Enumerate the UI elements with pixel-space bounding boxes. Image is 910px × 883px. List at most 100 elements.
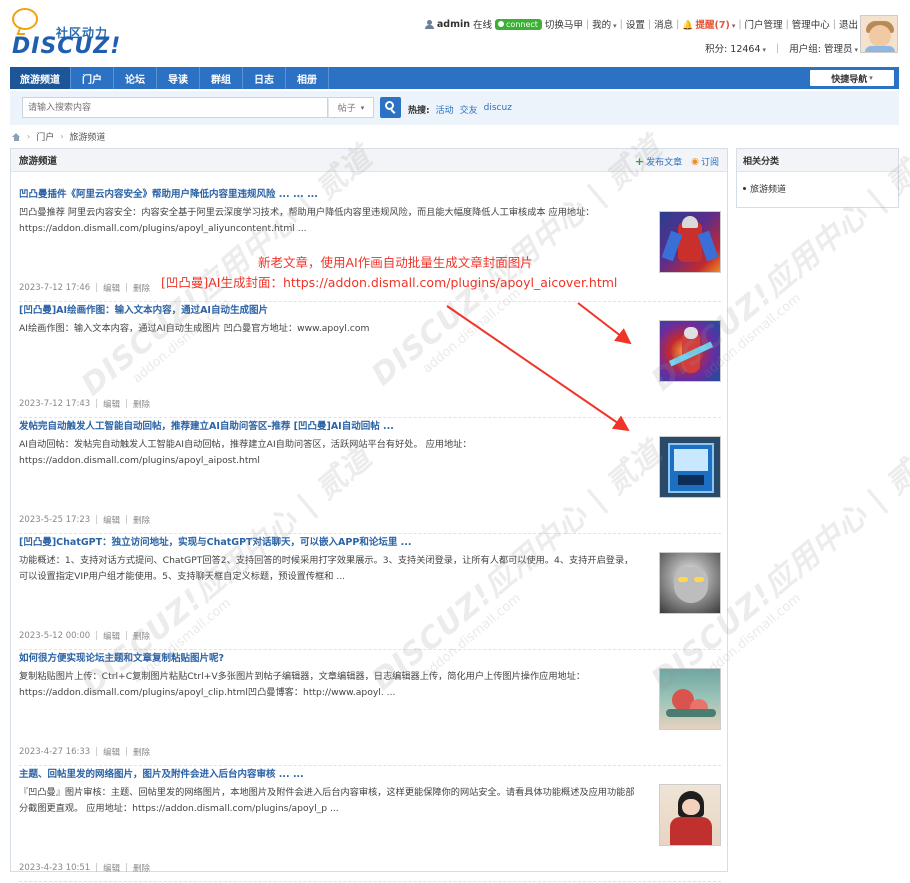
- article-item: 发帖完自动触发人工智能自动回帖，推荐建立AI自助问答区-推荐 [凹凸曼]AI自动…: [19, 418, 721, 534]
- nav-item-blog[interactable]: 日志: [243, 67, 286, 89]
- credits-menu[interactable]: 积分: 12464 ▾: [705, 41, 766, 55]
- article-title[interactable]: 凹凸曼插件《阿里云内容安全》帮助用户降低内容里违规风险 ... ... ...: [19, 186, 318, 200]
- search-input[interactable]: [22, 97, 328, 118]
- annotation-line-1: 新老文章，使用AI作画自动批量生成文章封面图片: [258, 255, 533, 270]
- related-categories: 相关分类 旅游频道: [736, 148, 899, 208]
- delete-link[interactable]: 删除: [133, 746, 150, 758]
- article-item: [凹凸曼]ChatGPT：独立访问地址，实现与ChatGPT对话聊天，可以嵌入A…: [19, 534, 721, 650]
- article-date: 2023-7-12 17:46: [19, 283, 91, 293]
- site-logo[interactable]: 社区动力 DISCUZ!: [12, 8, 120, 59]
- article-summary: AI绘画作图：输入文本内容，通过AI自动生成图片 凹凸曼官方地址：www.apo…: [19, 323, 370, 334]
- quick-nav-button[interactable]: 快捷导航 ▾: [810, 70, 894, 86]
- bell-icon: 🔔: [682, 21, 694, 31]
- usergroup-menu[interactable]: 用户组: 管理员 ▾: [789, 41, 858, 55]
- article-meta: 2023-5-12 00:00 | 编辑 | 删除: [19, 630, 150, 642]
- article-date: 2023-5-25 17:23: [19, 515, 91, 525]
- username-link[interactable]: admin: [437, 19, 470, 30]
- article-thumbnail[interactable]: [659, 436, 721, 498]
- chevron-down-icon: ▾: [762, 46, 767, 54]
- connect-icon: [498, 21, 505, 27]
- annotation-line-2: [凹凸曼]AI生成封面：https://addon.dismall.com/pl…: [161, 275, 618, 290]
- user-nav: admin 在线 connect 切换马甲 | 我的 ▾ | 设置 | 消息 | …: [424, 17, 858, 31]
- sidebar-item-travel[interactable]: 旅游频道: [737, 172, 898, 205]
- edit-link[interactable]: 编辑: [103, 746, 120, 758]
- delete-link[interactable]: 删除: [133, 514, 150, 526]
- hot-search-label: 热搜:: [408, 106, 430, 116]
- my-menu[interactable]: 我的 ▾: [592, 17, 617, 31]
- delete-link[interactable]: 删除: [133, 282, 150, 294]
- chevron-down-icon: ▾: [613, 22, 617, 30]
- article-title[interactable]: 如何很方便实现论坛主题和文章复制粘贴图片呢?: [19, 650, 224, 664]
- hot-word-link[interactable]: 活动: [436, 103, 454, 116]
- article-title[interactable]: [凹凸曼]ChatGPT：独立访问地址，实现与ChatGPT对话聊天，可以嵌入A…: [19, 534, 411, 548]
- article-title[interactable]: 主题、回帖里发的网络图片，图片及附件会进入后台内容审核 ... ...: [19, 766, 304, 780]
- portal-manage-link[interactable]: 门户管理: [745, 17, 783, 31]
- article-title[interactable]: 发帖完自动触发人工智能自动回帖，推荐建立AI自助问答区-推荐 [凹凸曼]AI自动…: [19, 418, 394, 432]
- nav-item-groups[interactable]: 群组: [200, 67, 243, 89]
- chevron-down-icon: ▾: [360, 103, 365, 112]
- article-title[interactable]: [凹凸曼]AI绘画作图：输入文本内容，通过AI自动生成图片: [19, 302, 268, 316]
- article-summary: 凹凸曼推荐 阿里云内容安全：内容安全基于阿里云深度学习技术，帮助用户降低内容里违…: [19, 207, 595, 234]
- nav-item-portal[interactable]: 门户: [71, 67, 114, 89]
- delete-link[interactable]: 删除: [133, 398, 150, 410]
- panel-title: 旅游频道: [19, 156, 58, 167]
- nav-item-guide[interactable]: 导读: [157, 67, 200, 89]
- plus-icon: +: [634, 155, 645, 168]
- hot-word-link[interactable]: 交友: [460, 103, 478, 116]
- article-summary: 复制粘贴图片上传：Ctrl+C复制图片粘贴Ctrl+V多张图片到帖子编辑器，文章…: [19, 671, 586, 698]
- article-summary: AI自动回帖：发帖完自动触发人工智能AI自动回帖，推荐建立AI自助问答区，活跃网…: [19, 439, 472, 466]
- search-button[interactable]: [380, 97, 401, 118]
- post-article-button[interactable]: + 发布文章: [635, 155, 682, 168]
- search-type-select[interactable]: 帖子 ▾: [328, 97, 374, 118]
- user-stats: 积分: 12464 ▾ | 用户组: 管理员 ▾: [705, 41, 858, 56]
- article-summary: 功能概述：1、支持对话方式提问、ChatGPT回答2、支持回答的时候采用打字效果…: [19, 555, 634, 582]
- user-icon: [424, 19, 434, 29]
- search-bar: 帖子▾ 热搜: 活动 交友 discuz: [10, 91, 899, 125]
- sidebar-title: 相关分类: [737, 149, 898, 172]
- chevron-down-icon: ▾: [731, 22, 736, 30]
- edit-link[interactable]: 编辑: [103, 630, 120, 642]
- article-date: 2023-7-12 17:43: [19, 399, 91, 409]
- breadcrumb-separator: ›: [27, 132, 31, 141]
- logout-link[interactable]: 退出: [839, 17, 858, 31]
- breadcrumb-portal[interactable]: 门户: [36, 130, 54, 143]
- settings-link[interactable]: 设置: [626, 17, 645, 31]
- article-meta: 2023-7-12 17:46 | 编辑 | 删除: [19, 282, 150, 294]
- article-item: [凹凸曼]AI绘画作图：输入文本内容，通过AI自动生成图片 AI绘画作图：输入文…: [19, 302, 721, 418]
- edit-link[interactable]: 编辑: [103, 282, 120, 294]
- delete-link[interactable]: 删除: [133, 630, 150, 642]
- nav-item-travel[interactable]: 旅游频道: [10, 67, 71, 89]
- delete-link[interactable]: 删除: [133, 862, 150, 874]
- avatar[interactable]: [860, 15, 898, 53]
- logo-wordmark: DISCUZ!: [12, 34, 122, 59]
- online-status: 在线: [473, 20, 493, 31]
- article-thumbnail[interactable]: [659, 668, 721, 730]
- nav-item-album[interactable]: 相册: [286, 67, 329, 89]
- article-meta: 2023-5-25 17:23 | 编辑 | 删除: [19, 514, 150, 526]
- article-date: 2023-4-27 16:33: [19, 747, 91, 757]
- chevron-down-icon: ▾: [854, 46, 858, 54]
- notice-menu[interactable]: 🔔 提醒(7) ▾: [682, 17, 735, 31]
- rss-icon: ◉: [691, 156, 699, 167]
- breadcrumb-separator: ›: [60, 132, 64, 141]
- switch-vest-link[interactable]: 切换马甲: [545, 17, 583, 31]
- subscribe-button[interactable]: ◉ 订阅: [691, 155, 719, 169]
- article-thumbnail[interactable]: [659, 320, 721, 382]
- article-meta: 2023-7-12 17:43 | 编辑 | 删除: [19, 398, 150, 410]
- breadcrumb: › 门户 › 旅游频道: [12, 130, 105, 143]
- article-thumbnail[interactable]: [659, 211, 721, 273]
- article-thumbnail[interactable]: [659, 552, 721, 614]
- hot-word-link[interactable]: discuz: [484, 103, 512, 116]
- edit-link[interactable]: 编辑: [103, 514, 120, 526]
- nav-item-forum[interactable]: 论坛: [114, 67, 157, 89]
- admin-center-link[interactable]: 管理中心: [792, 17, 830, 31]
- messages-link[interactable]: 消息: [654, 17, 673, 31]
- home-icon[interactable]: [12, 132, 21, 141]
- article-summary: 『凹凸曼』图片审核：主题、回帖里发的网络图片，本地图片及附件会进入后台内容审核，…: [19, 787, 635, 814]
- edit-link[interactable]: 编辑: [103, 862, 120, 874]
- panel-header: 旅游频道 + 发布文章 ◉ 订阅: [11, 149, 727, 172]
- edit-link[interactable]: 编辑: [103, 398, 120, 410]
- connect-badge[interactable]: connect: [495, 18, 542, 30]
- article-thumbnail[interactable]: [659, 784, 721, 846]
- article-meta: 2023-4-23 10:51 | 编辑 | 删除: [19, 862, 150, 874]
